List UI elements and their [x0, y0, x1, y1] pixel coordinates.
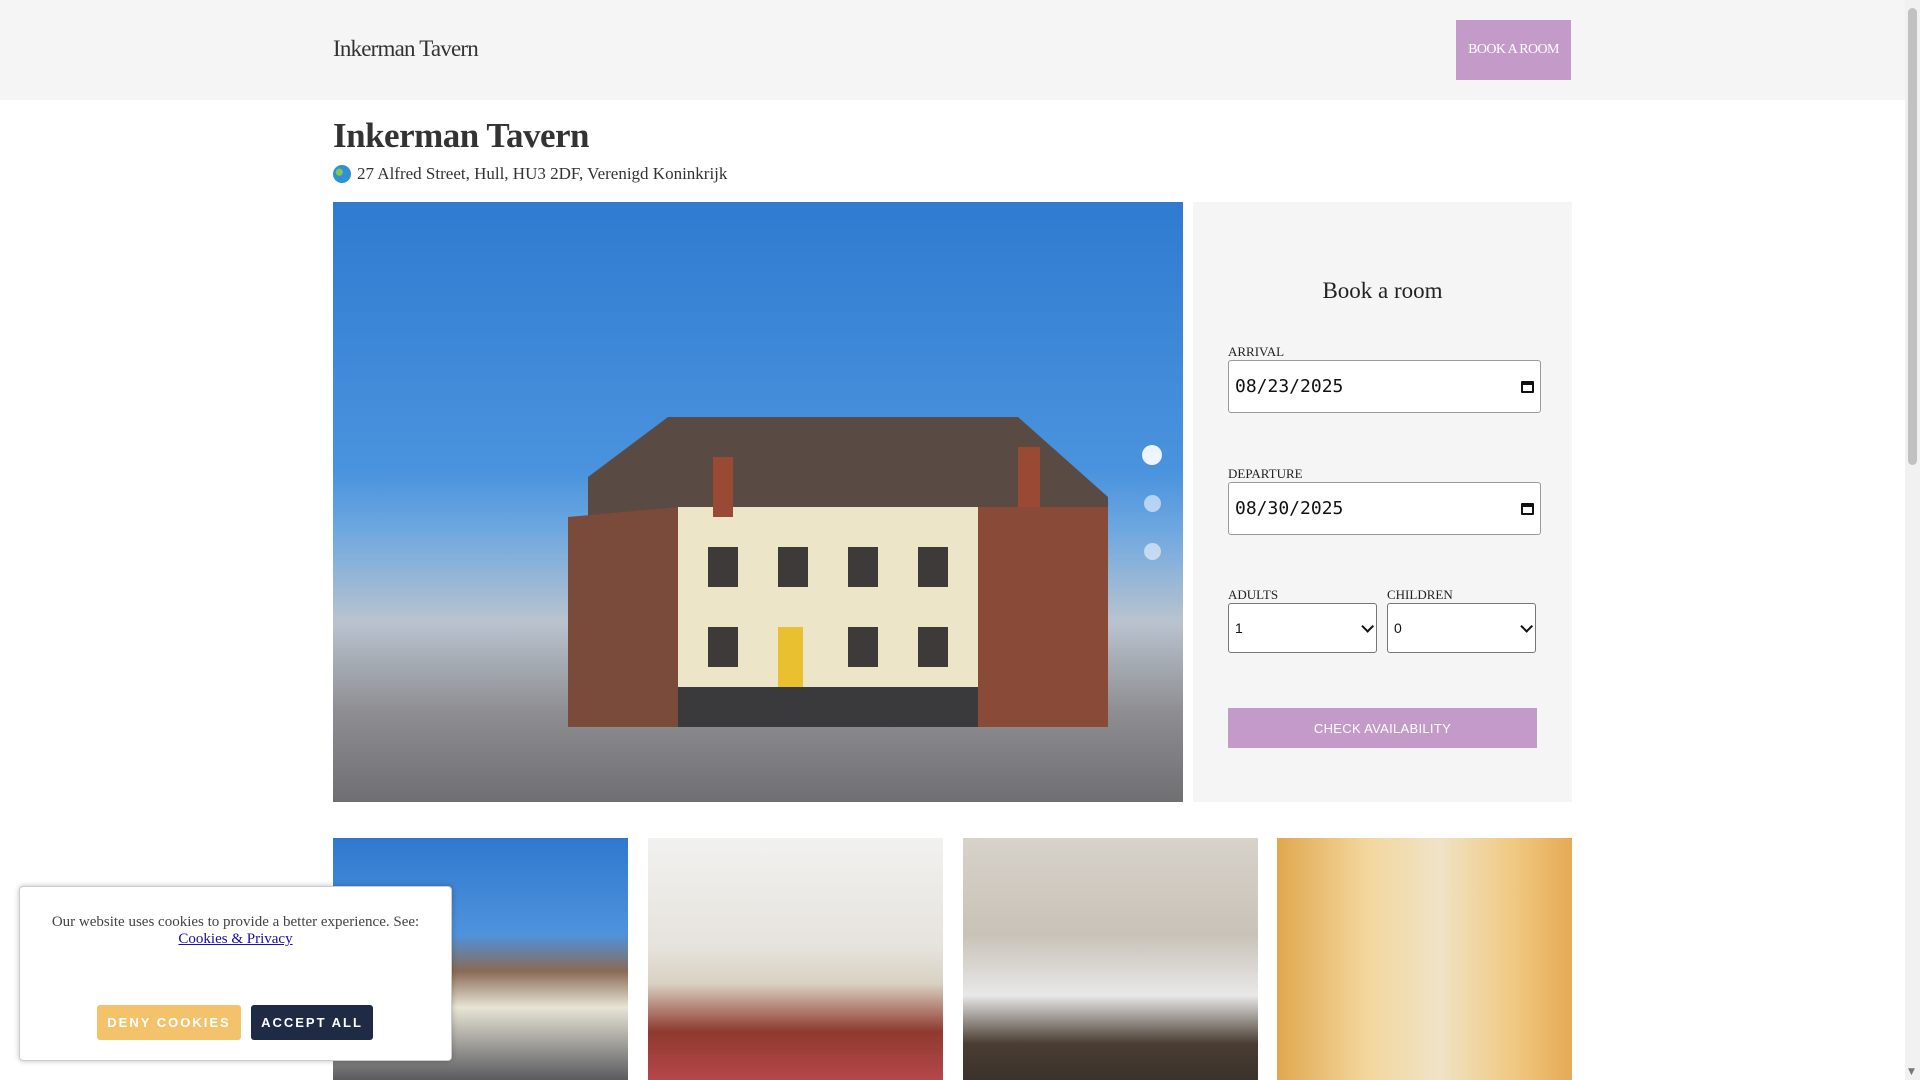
booking-panel: Book a room ARRIVAL 08/23/2025 DEPARTURE… [1193, 202, 1572, 802]
arrival-label: ARRIVAL [1228, 344, 1285, 359]
departure-label: DEPARTURE [1228, 466, 1303, 481]
top-navbar: Inkerman Tavern BOOK A ROOM [0, 0, 1905, 100]
page-title: Inkerman Tavern [333, 116, 590, 155]
gallery-thumbnail-bathroom[interactable] [1277, 838, 1572, 1080]
address-text: 27 Alfred Street, Hull, HU3 2DF, Verenig… [357, 164, 728, 183]
adults-label: ADULTS [1228, 587, 1279, 602]
hero-photo-carousel[interactable] [333, 202, 1183, 802]
accept-all-button[interactable]: ACCEPT ALL [251, 1005, 373, 1040]
gallery-thumbnail-bedroom[interactable] [963, 838, 1258, 1080]
departure-date-input[interactable]: 08/30/2025 [1228, 482, 1541, 535]
adults-select[interactable]: 1 [1228, 603, 1377, 653]
children-select[interactable]: 0 [1387, 603, 1536, 653]
page-scrollbar[interactable]: ▼ [1905, 0, 1920, 1080]
chevron-down-icon [1520, 619, 1533, 633]
scroll-down-arrow-icon[interactable]: ▼ [1908, 1067, 1915, 1077]
calendar-icon[interactable] [1521, 380, 1534, 393]
brand-logo-text[interactable]: Inkerman Tavern [333, 36, 479, 62]
booking-title: Book a room [1322, 278, 1443, 303]
departure-date-value: 08/30/2025 [1235, 498, 1344, 519]
carousel-dot-1[interactable] [1142, 445, 1162, 465]
carousel-dot-3[interactable] [1144, 543, 1161, 560]
cookie-message: Our website uses cookies to provide a be… [40, 914, 431, 948]
adults-select-value: 1 [1235, 620, 1243, 636]
calendar-icon[interactable] [1521, 502, 1534, 515]
chevron-down-icon [1361, 619, 1374, 633]
cookie-message-text: Our website uses cookies to provide a be… [51, 914, 420, 930]
scrollbar-thumb[interactable] [1908, 8, 1917, 465]
gallery-thumbnail-twin-room[interactable] [648, 838, 943, 1080]
children-select-value: 0 [1394, 620, 1402, 636]
property-address: 27 Alfred Street, Hull, HU3 2DF, Verenig… [333, 164, 727, 184]
carousel-dot-2[interactable] [1144, 495, 1161, 512]
children-label: CHILDREN [1387, 587, 1453, 602]
arrival-date-value: 08/23/2025 [1235, 376, 1344, 397]
pub-building-photo [568, 417, 1108, 727]
book-a-room-button[interactable]: BOOK A ROOM [1456, 20, 1571, 80]
arrival-date-input[interactable]: 08/23/2025 [1228, 360, 1541, 413]
globe-icon [333, 165, 351, 183]
cookies-privacy-link[interactable]: Cookies & Privacy [178, 931, 292, 947]
deny-cookies-button[interactable]: DENY COOKIES [97, 1005, 241, 1040]
cookie-consent-banner: Our website uses cookies to provide a be… [19, 886, 452, 1061]
check-availability-button[interactable]: CHECK AVAILABILITY [1228, 708, 1537, 748]
